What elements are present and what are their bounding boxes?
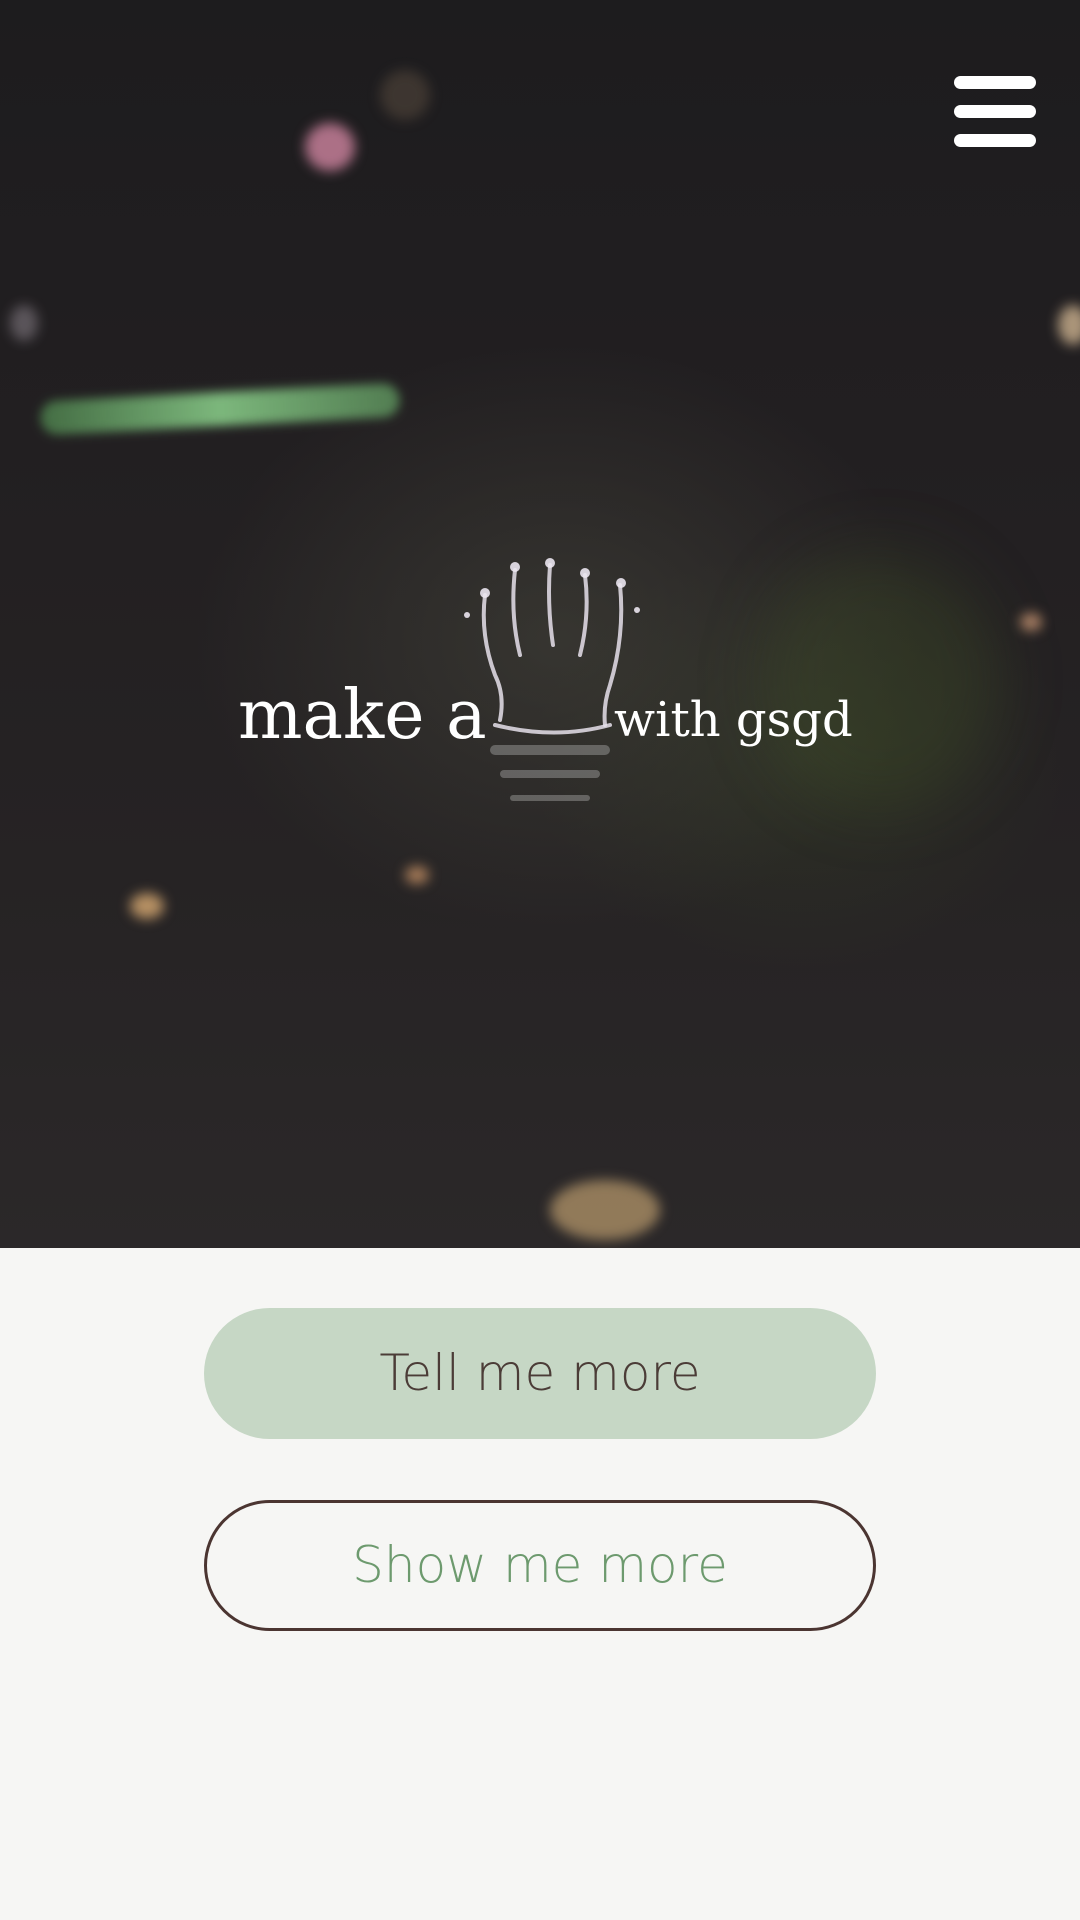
hero-section: make a splash with gsgd — [0, 0, 1080, 1248]
bokeh-light — [10, 305, 38, 341]
show-me-more-button[interactable]: Show me more — [204, 1500, 876, 1631]
tell-me-more-button[interactable]: Tell me more — [204, 1308, 876, 1439]
bokeh-light — [305, 123, 355, 171]
headline-lead-text: make a — [238, 676, 487, 755]
green-light-streak — [39, 382, 401, 436]
bokeh-light — [405, 866, 429, 884]
hero-headline: make a splash with gsgd — [0, 676, 1080, 776]
headline-splash-word: splash — [482, 676, 606, 756]
bokeh-light — [1058, 305, 1080, 345]
menu-button[interactable] — [954, 76, 1036, 148]
actions-section: Tell me more Show me more — [0, 1248, 1080, 1920]
headline-tail-text: with gsgd — [614, 692, 853, 748]
bokeh-light — [550, 1180, 660, 1240]
bokeh-light — [380, 70, 430, 120]
bokeh-light — [130, 893, 164, 919]
page: make a splash with gsgd Tell me more Sho… — [0, 0, 1080, 1920]
bokeh-light — [1020, 613, 1042, 631]
